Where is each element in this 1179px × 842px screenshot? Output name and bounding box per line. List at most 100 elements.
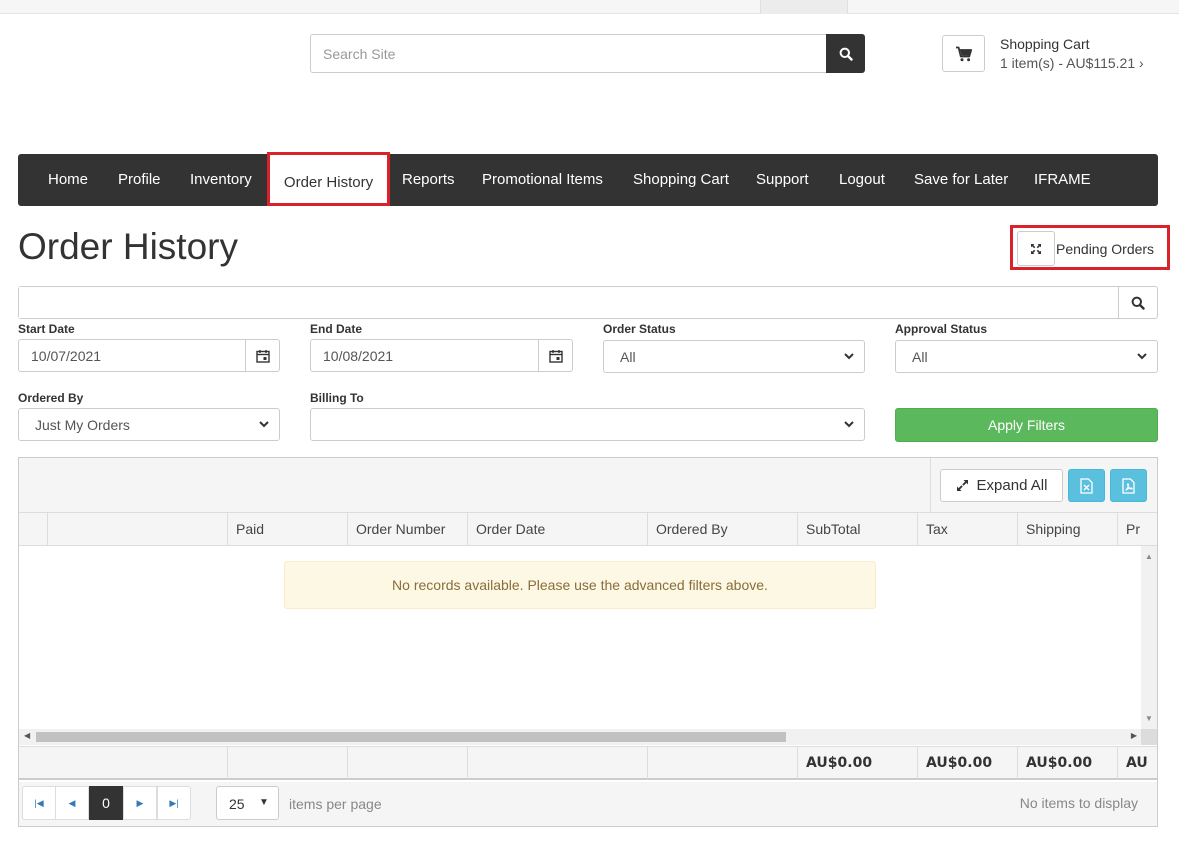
shopping-cart-icon: [955, 46, 972, 61]
column-header-partial[interactable]: Pr: [1117, 513, 1141, 545]
cart-summary[interactable]: 1 item(s) - AU$115.21 ›: [1000, 55, 1144, 71]
approval-status-value: All: [912, 349, 928, 365]
vertical-scrollbar[interactable]: ▲ ▼: [1141, 546, 1157, 729]
browser-top-strip: [0, 0, 1179, 14]
next-page-button[interactable]: ▶: [123, 786, 157, 820]
billing-to-select[interactable]: [310, 408, 865, 441]
chevron-down-icon: [844, 421, 854, 428]
pdf-file-icon: [1122, 477, 1135, 494]
footer-cell-empty: [19, 747, 227, 779]
nav-order-history[interactable]: Order History: [267, 152, 390, 206]
column-header-order-date[interactable]: Order Date: [467, 513, 647, 545]
start-date-label: Start Date: [18, 322, 75, 336]
footer-partial-total: AU: [1117, 747, 1157, 779]
toolbar-separator: [930, 458, 931, 513]
expand-icon: [956, 480, 968, 491]
site-search: [310, 34, 865, 73]
pending-orders-button[interactable]: [1017, 231, 1055, 266]
grid-pager: |◀ ◀ 0 ▶ ▶| 25 ▼ items per page No items…: [19, 782, 1157, 826]
scroll-right-arrow-icon[interactable]: ▶: [1131, 731, 1137, 740]
footer-shipping-total: AU$0.00: [1017, 747, 1117, 779]
grid-footer-row: AU$0.00 AU$0.00 AU$0.00 AU: [19, 746, 1157, 780]
footer-tax-total: AU$0.00: [917, 747, 1017, 779]
footer-subtotal-total: AU$0.00: [797, 747, 917, 779]
end-date-value[interactable]: 10/08/2021: [323, 348, 393, 364]
site-search-input[interactable]: [310, 34, 826, 73]
nav-iframe[interactable]: IFRAME: [1034, 154, 1091, 206]
horizontal-scrollbar[interactable]: ◀ ▶: [19, 729, 1141, 745]
chevron-down-icon: [1137, 353, 1147, 360]
top-strip-tab[interactable]: [760, 0, 848, 14]
ordered-by-select[interactable]: Just My Orders: [18, 408, 280, 441]
footer-cell-paid: [227, 747, 347, 779]
apply-filters-button[interactable]: Apply Filters: [895, 408, 1158, 442]
end-date-label: End Date: [310, 322, 363, 336]
nav-support[interactable]: Support: [756, 154, 809, 206]
export-pdf-button[interactable]: [1110, 469, 1147, 502]
order-search: [18, 286, 1158, 319]
end-date-picker[interactable]: 10/08/2021: [310, 339, 573, 372]
approval-status-label: Approval Status: [895, 322, 988, 336]
nav-logout[interactable]: Logout: [839, 154, 885, 206]
nav-save-for-later[interactable]: Save for Later: [914, 154, 1008, 206]
last-page-button[interactable]: ▶|: [157, 786, 191, 820]
column-header-paid[interactable]: Paid: [227, 513, 347, 545]
billing-to-label: Billing To: [310, 391, 364, 405]
search-icon: [1131, 296, 1145, 310]
column-header-order-number[interactable]: Order Number: [347, 513, 467, 545]
order-search-button[interactable]: [1118, 287, 1157, 318]
column-header-ordered-by[interactable]: Ordered By: [647, 513, 797, 545]
start-date-picker[interactable]: 10/07/2021: [18, 339, 280, 372]
start-date-calendar-button[interactable]: [245, 340, 279, 371]
site-search-button[interactable]: [826, 34, 865, 73]
page-size-select[interactable]: 25 ▼: [216, 786, 279, 820]
column-header-expand[interactable]: [47, 513, 227, 545]
nav-inventory[interactable]: Inventory: [190, 154, 252, 206]
next-page-icon: ▶: [136, 797, 144, 808]
fullscreen-icon: [1031, 243, 1041, 254]
expand-all-button[interactable]: Expand All: [940, 469, 1063, 502]
scroll-left-arrow-icon[interactable]: ◀: [24, 731, 30, 740]
pager-info: No items to display: [1019, 795, 1138, 811]
scroll-up-arrow-icon[interactable]: ▲: [1145, 552, 1153, 561]
cart-title[interactable]: Shopping Cart: [1000, 36, 1090, 52]
pending-orders-label[interactable]: Pending Orders: [1056, 241, 1154, 257]
start-date-value[interactable]: 10/07/2021: [31, 348, 101, 364]
order-grid: Expand All Paid Order Number Order Date …: [18, 457, 1158, 827]
nav-profile[interactable]: Profile: [118, 154, 161, 206]
chevron-down-icon: [844, 353, 854, 360]
export-excel-button[interactable]: [1068, 469, 1105, 502]
previous-page-button[interactable]: ◀: [55, 786, 89, 820]
order-search-input[interactable]: [19, 287, 1118, 318]
current-page-button[interactable]: 0: [89, 786, 123, 820]
grid-content: No records available. Please use the adv…: [19, 546, 1141, 729]
column-header-select[interactable]: [19, 513, 47, 545]
caret-down-icon: ▼: [259, 797, 269, 808]
end-date-calendar-button[interactable]: [538, 340, 572, 371]
previous-page-icon: ◀: [68, 797, 76, 808]
nav-promotional-items[interactable]: Promotional Items: [482, 154, 603, 206]
page-size-value: 25: [229, 796, 245, 812]
page-title: Order History: [18, 226, 238, 267]
grid-toolbar: Expand All: [19, 458, 1157, 513]
ordered-by-value: Just My Orders: [35, 417, 130, 433]
calendar-icon: [255, 349, 270, 363]
column-header-subtotal[interactable]: SubTotal: [797, 513, 917, 545]
no-records-message: No records available. Please use the adv…: [284, 561, 876, 609]
order-status-value: All: [620, 349, 636, 365]
cart-button[interactable]: [942, 35, 985, 72]
order-status-select[interactable]: All: [603, 340, 865, 373]
footer-cell-order-date: [467, 747, 647, 779]
chevron-down-icon: [259, 421, 269, 428]
nav-shopping-cart[interactable]: Shopping Cart: [633, 154, 729, 206]
column-header-tax[interactable]: Tax: [917, 513, 1017, 545]
nav-home[interactable]: Home: [48, 154, 88, 206]
grid-header-row: Paid Order Number Order Date Ordered By …: [19, 513, 1157, 546]
footer-cell-order-number: [347, 747, 467, 779]
first-page-button[interactable]: |◀: [22, 786, 56, 820]
nav-reports[interactable]: Reports: [402, 154, 455, 206]
approval-status-select[interactable]: All: [895, 340, 1158, 373]
horizontal-scroll-thumb[interactable]: [36, 732, 786, 742]
scroll-down-arrow-icon[interactable]: ▼: [1145, 714, 1153, 723]
column-header-shipping[interactable]: Shipping: [1017, 513, 1117, 545]
